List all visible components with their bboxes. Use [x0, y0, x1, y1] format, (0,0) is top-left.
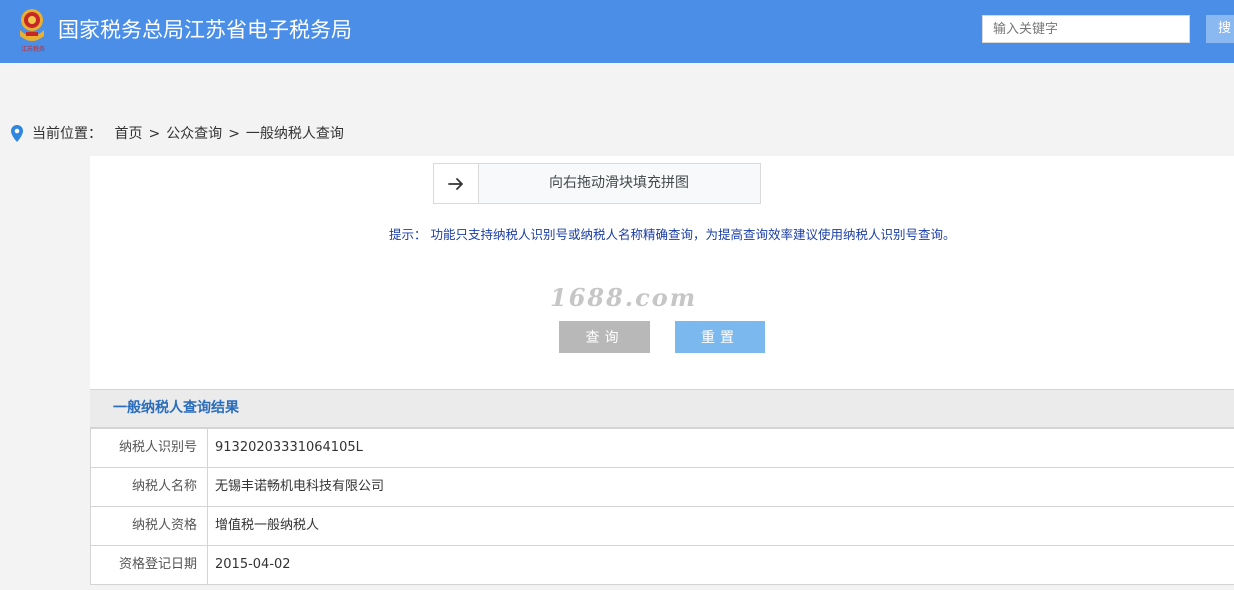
table-row: 资格登记日期 2015-04-02 [90, 545, 1234, 585]
top-header-bar: 江苏税务 国家税务总局江苏省电子税务局 搜 [0, 0, 1234, 63]
row-label: 纳税人资格 [90, 506, 208, 546]
row-label: 纳税人名称 [90, 467, 208, 507]
row-value: 2015-04-02 [207, 545, 1234, 585]
tax-bureau-emblem-icon[interactable]: 江苏税务 [14, 6, 50, 53]
search-input[interactable] [982, 15, 1190, 43]
table-row: 纳税人识别号 91320203331064105L [90, 428, 1234, 468]
hint-text: 提示： 功能只支持纳税人识别号或纳税人名称精确查询，为提高查询效率建议使用纳税人… [389, 227, 956, 242]
reset-button[interactable]: 重置 [675, 321, 765, 353]
location-pin-icon [10, 124, 24, 144]
breadcrumb-label: 当前位置： [32, 126, 102, 142]
search-button[interactable]: 搜 [1206, 15, 1234, 43]
result-title: 一般纳税人查询结果 [90, 389, 1234, 428]
query-button[interactable]: 查询 [559, 321, 650, 353]
breadcrumb-public-query-link[interactable]: 公众查询 [166, 126, 222, 142]
slider-handle[interactable] [434, 164, 479, 203]
breadcrumb-home-link[interactable]: 首页 [114, 126, 142, 142]
arrow-right-icon [448, 177, 463, 190]
breadcrumb: 当前位置： 首页 > 公众查询 > 一般纳税人查询 [10, 124, 344, 144]
slider-captcha[interactable]: 向右拖动滑块填充拼图 [433, 163, 761, 204]
breadcrumb-separator: > [228, 126, 240, 142]
row-value: 增值税一般纳税人 [207, 506, 1234, 546]
slider-instruction: 向右拖动滑块填充拼图 [549, 175, 689, 191]
table-row: 纳税人资格 增值税一般纳税人 [90, 506, 1234, 546]
site-title[interactable]: 国家税务总局江苏省电子税务局 [58, 15, 352, 45]
row-label: 纳税人识别号 [90, 428, 208, 468]
breadcrumb-separator: > [148, 126, 161, 142]
row-value: 无锡丰诺畅机电科技有限公司 [207, 467, 1234, 507]
watermark: 1688.com [550, 283, 698, 312]
row-value: 91320203331064105L [207, 428, 1234, 468]
breadcrumb-current: 一般纳税人查询 [245, 126, 344, 142]
row-label: 资格登记日期 [90, 545, 208, 585]
result-table: 纳税人识别号 91320203331064105L 纳税人名称 无锡丰诺畅机电科… [90, 428, 1234, 585]
logo-caption: 江苏税务 [20, 46, 45, 53]
table-row: 纳税人名称 无锡丰诺畅机电科技有限公司 [90, 467, 1234, 507]
